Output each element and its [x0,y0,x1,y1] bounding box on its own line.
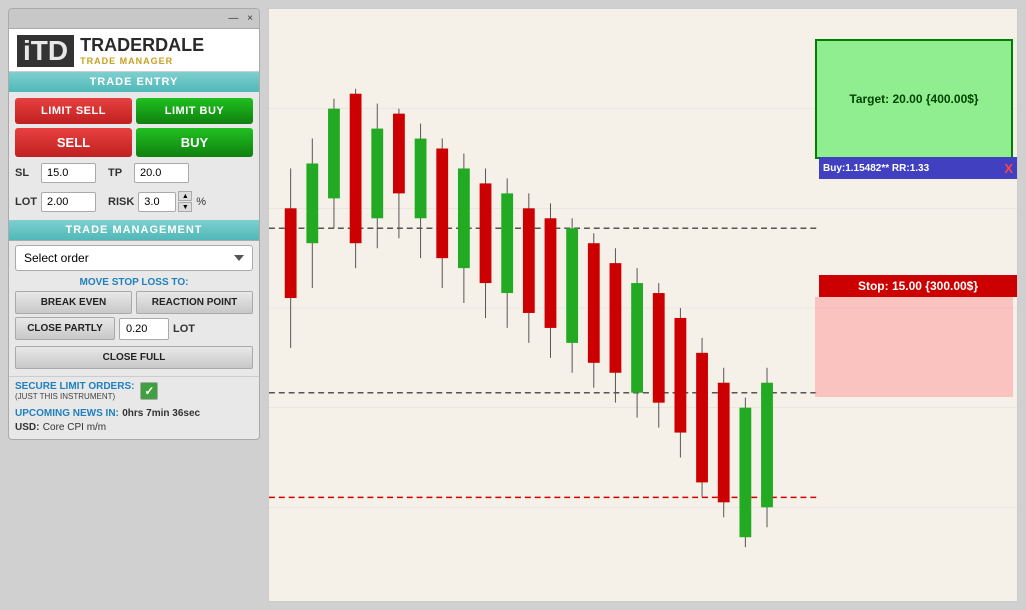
pct-label: % [196,196,206,208]
stop-box: Stop: 15.00 {300.00$} [819,275,1017,297]
lot-input[interactable] [41,192,96,212]
upcoming-news-label: UPCOMING NEWS IN: [15,408,119,419]
close-partly-button[interactable]: CLOSE PARTLY [15,317,115,340]
news-row2: USD: Core CPI m/m [15,419,253,433]
risk-input[interactable] [138,192,176,212]
trade-entry-header: TRADE ENTRY [9,72,259,92]
risk-down-button[interactable]: ▼ [178,202,192,212]
trade-management-header: TRADE MANAGEMENT [9,220,259,240]
stop-label: Stop: 15.00 {300.00$} [858,279,978,293]
limit-buttons-row: LIMIT SELL LIMIT BUY [9,92,259,126]
sl-input[interactable] [41,163,96,183]
target-label: Target: 20.00 {400.00$} [849,92,978,106]
sell-buy-buttons-row: SELL BUY [9,126,259,159]
close-partly-row: CLOSE PARTLY LOT [15,317,253,340]
break-even-button[interactable]: BREAK EVEN [15,291,132,314]
news-row1: UPCOMING NEWS IN: 0hrs 7min 36sec [15,405,253,419]
entry-label: Buy:1.15482** RR:1.33 [823,163,929,174]
risk-container: ▲ ▼ % [138,191,206,212]
tp-input[interactable] [134,163,189,183]
sl-tp-row: SL TP [9,159,259,187]
tp-label: TP [108,167,130,179]
secure-limit-sublabel: (JUST THIS INSTRUMENT) [15,392,134,401]
logo-trader: TRADER [80,35,155,55]
panel-controls: — × [228,13,253,24]
entry-close-button[interactable]: X [1004,161,1013,176]
trade-management-section: Select order MOVE STOP LOSS TO: BREAK EV… [9,240,259,376]
logo-text: TRADERDALE TRADE MANAGER [80,36,204,66]
sl-label: SL [15,167,37,179]
check-icon: ✓ [144,384,154,398]
lot-unit-label: LOT [173,323,195,335]
secure-limit-label: SECURE LIMIT ORDERS: [15,381,134,392]
logo-dale: DALE [155,35,204,55]
logo-area: iTD TRADERDALE TRADE MANAGER [9,29,259,72]
news-time: 0hrs 7min 36sec [122,408,200,419]
risk-label: RISK [108,196,134,208]
sell-button[interactable]: SELL [15,128,132,157]
entry-box: Buy:1.15482** RR:1.33 X [819,157,1017,179]
left-panel: — × iTD TRADERDALE TRADE MANAGER TRADE E… [8,8,260,440]
news-description: Core CPI m/m [43,422,106,433]
chart-area: Target: 20.00 {400.00$} Buy:1.15482** RR… [268,8,1018,602]
minimize-button[interactable]: — [228,13,238,24]
reaction-point-button[interactable]: REACTION POINT [136,291,253,314]
logo-trader-dale: TRADERDALE [80,36,204,56]
select-order-dropdown[interactable]: Select order [15,245,253,271]
buy-button[interactable]: BUY [136,128,253,157]
target-box: Target: 20.00 {400.00$} [815,39,1013,159]
limit-sell-button[interactable]: LIMIT SELL [15,98,132,124]
logo-icon: iTD [17,35,74,67]
close-lot-input[interactable] [119,318,169,340]
logo-tagline: TRADE MANAGER [80,56,204,66]
news-currency: USD: [15,422,39,433]
lot-label: LOT [15,196,37,208]
close-full-button[interactable]: CLOSE FULL [15,346,253,369]
secure-limit-checkbox[interactable]: ✓ [140,382,158,400]
break-even-reaction-row: BREAK EVEN REACTION POINT [15,291,253,314]
trade-boxes: Target: 20.00 {400.00$} Buy:1.15482** RR… [815,39,1017,259]
stop-zone [815,297,1013,397]
close-button[interactable]: × [247,13,253,24]
news-area: UPCOMING NEWS IN: 0hrs 7min 36sec USD: C… [9,401,259,439]
move-stop-label: MOVE STOP LOSS TO: [15,277,253,288]
limit-buy-button[interactable]: LIMIT BUY [136,98,253,124]
panel-title-bar: — × [9,9,259,29]
secure-limit-row: SECURE LIMIT ORDERS: (JUST THIS INSTRUME… [9,376,259,401]
lot-risk-row: LOT RISK ▲ ▼ % [9,187,259,218]
risk-up-button[interactable]: ▲ [178,191,192,201]
